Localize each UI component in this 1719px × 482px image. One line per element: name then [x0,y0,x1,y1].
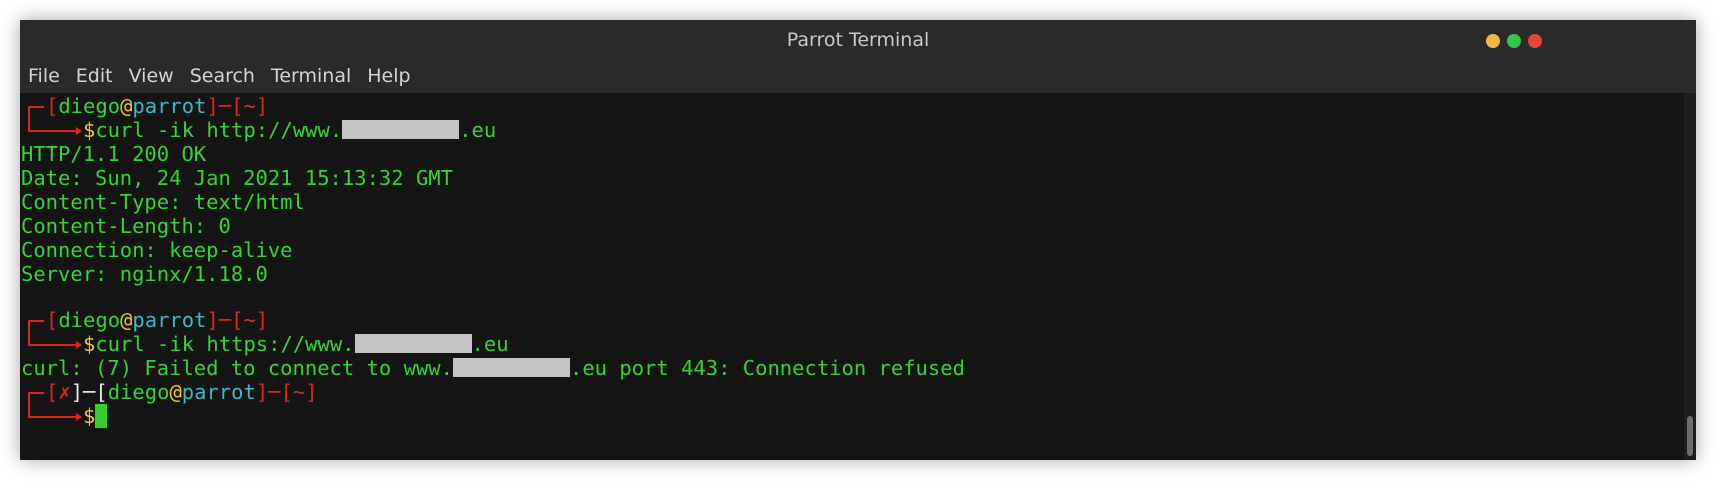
window-title: Parrot Terminal [786,29,930,51]
fail-mark-icon: ✗ [58,380,71,404]
prompt-line: [diego@parrot]─[~] [46,308,269,332]
command-line: $ [21,403,108,429]
output-line: Connection: keep-alive [21,238,293,262]
terminal-output-area[interactable]: [diego@parrot]─[~] $curl -ik http://www.… [20,93,1684,460]
command-line: $curl -ik http://www. .eu [83,118,497,142]
prompt-line: [diego@parrot]─[~] [46,94,269,118]
output-line: Server: nginx/1.18.0 [21,262,268,286]
menu-edit[interactable]: Edit [68,60,121,93]
scrollbar-thumb[interactable] [1687,416,1693,456]
text-cursor [95,404,108,428]
minimize-button[interactable] [1486,34,1500,48]
prompt-line: [✗]─[diego@parrot]─[~] [46,380,318,404]
menu-file[interactable]: File [20,60,68,93]
output-line: Date: Sun, 24 Jan 2021 15:13:32 GMT [21,166,453,190]
error-line: curl: (7) Failed to connect to www. .eu p… [21,356,965,380]
output-line: Content-Type: text/html [21,190,305,214]
menu-terminal[interactable]: Terminal [263,60,359,93]
title-bar[interactable]: Parrot Terminal [20,20,1696,60]
redacted-domain [342,120,460,139]
menu-help[interactable]: Help [359,60,418,93]
command-line: $curl -ik https://www. .eu [83,332,509,356]
menu-bar: File Edit View Search Terminal Help [20,60,1696,93]
terminal-window: Parrot Terminal File Edit View Search Te… [20,20,1696,460]
menu-view[interactable]: View [121,60,182,93]
menu-search[interactable]: Search [182,60,263,93]
vertical-scrollbar[interactable] [1684,93,1696,460]
redacted-domain [452,358,570,377]
output-line: HTTP/1.1 200 OK [21,142,207,166]
maximize-button[interactable] [1507,34,1521,48]
close-button[interactable] [1528,34,1542,48]
output-line: Content-Length: 0 [21,214,231,238]
redacted-domain [354,334,472,353]
